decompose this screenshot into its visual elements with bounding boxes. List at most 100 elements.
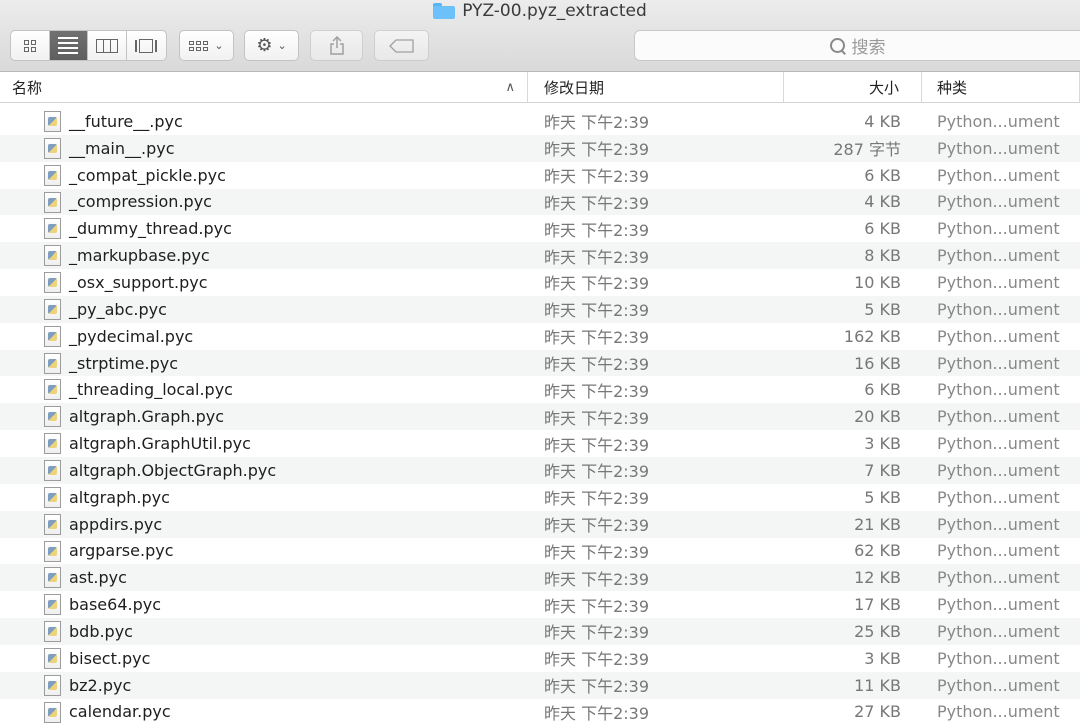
file-size: 6 KB [864, 380, 901, 400]
file-row[interactable]: __future__.pyc 昨天 下午2:39 4 KB Python...umen… [0, 108, 1080, 135]
icon-view-button[interactable] [11, 31, 50, 60]
list-view-icon [58, 37, 79, 54]
file-modified-date: 昨天 下午2:39 [544, 569, 650, 589]
file-size: 7 KB [864, 460, 901, 480]
file-row[interactable]: bz2.pyc 昨天 下午2:39 11 KB Python...ument [0, 671, 1080, 699]
file-size: 3 KB [864, 648, 901, 668]
python-file-icon [44, 486, 61, 508]
file-row[interactable]: ast.pyc 昨天 下午2:39 12 KB Python...ument [0, 564, 1080, 592]
file-row[interactable]: _strptime.pyc 昨天 下午2:39 16 KB Python...umen… [0, 349, 1080, 377]
column-header-size[interactable]: 大小 [784, 72, 922, 103]
file-name: _pydecimal.pyc [69, 326, 194, 346]
file-name: altgraph.ObjectGraph.pyc [69, 460, 277, 480]
share-button[interactable] [310, 30, 363, 61]
file-kind: Python...ument [937, 380, 1060, 400]
file-kind: Python...ument [937, 246, 1060, 266]
cover-flow-button[interactable] [127, 31, 166, 60]
file-row[interactable]: altgraph.Graph.pyc 昨天 下午2:39 20 KB Python..… [0, 403, 1080, 431]
file-row[interactable]: __main__.pyc 昨天 下午2:39 287 字节 Python...umen… [0, 134, 1080, 162]
file-row[interactable]: altgraph.ObjectGraph.pyc 昨天 下午2:39 7 KB Pyt… [0, 456, 1080, 484]
file-size: 25 KB [854, 621, 901, 641]
file-size: 4 KB [864, 192, 901, 212]
file-name: _compression.pyc [69, 192, 212, 212]
file-modified-date: 昨天 下午2:39 [544, 489, 650, 509]
search-placeholder: 搜索 [851, 38, 886, 58]
search-field[interactable]: 搜索 [634, 30, 1080, 61]
finder-toolbar: PYZ-00.pyz_extracted ⌄ ⚙ ⌄ 搜索 [0, 0, 1080, 72]
share-icon [329, 35, 344, 55]
list-view-button[interactable] [49, 31, 88, 60]
file-row[interactable]: _osx_support.pyc 昨天 下午2:39 10 KB Python...u… [0, 269, 1080, 296]
python-file-icon [44, 325, 61, 347]
window-title-bar: PYZ-00.pyz_extracted [0, 0, 1080, 22]
file-modified-date: 昨天 下午2:39 [544, 301, 650, 321]
python-file-icon [44, 621, 61, 643]
gear-icon: ⚙ [256, 35, 273, 56]
python-file-icon [44, 111, 61, 132]
file-modified-date: 昨天 下午2:39 [544, 220, 650, 240]
python-file-icon [44, 459, 61, 481]
python-file-icon [44, 433, 61, 455]
column-header-kind-label: 种类 [937, 79, 968, 97]
file-size: 27 KB [854, 702, 901, 722]
file-list: __future__.pyc 昨天 下午2:39 4 KB Python...umen… [0, 108, 1080, 725]
file-size: 5 KB [864, 299, 901, 319]
file-row[interactable]: bisect.pyc 昨天 下午2:39 3 KB Python...ument [0, 645, 1080, 672]
file-kind: Python...ument [937, 514, 1060, 534]
file-size: 8 KB [864, 246, 901, 266]
file-name: __main__.pyc [69, 138, 175, 158]
file-row[interactable]: _compression.pyc 昨天 下午2:39 4 KB Python...um… [0, 188, 1080, 216]
file-name: _markupbase.pyc [69, 246, 210, 266]
file-modified-date: 昨天 下午2:39 [544, 596, 650, 616]
file-kind: Python...ument [937, 460, 1060, 480]
file-size: 16 KB [854, 353, 901, 373]
file-row[interactable]: altgraph.pyc 昨天 下午2:39 5 KB Python...ument [0, 484, 1080, 511]
file-size: 11 KB [854, 675, 901, 695]
file-size: 21 KB [854, 514, 901, 534]
file-row[interactable]: _compat_pickle.pyc 昨天 下午2:39 6 KB Python...… [0, 162, 1080, 189]
column-header-date[interactable]: 修改日期 [528, 72, 784, 103]
file-row[interactable]: _markupbase.pyc 昨天 下午2:39 8 KB Python...ume… [0, 242, 1080, 270]
action-button[interactable]: ⚙ ⌄ [244, 30, 299, 61]
file-kind: Python...ument [937, 138, 1060, 158]
file-modified-date: 昨天 下午2:39 [544, 516, 650, 536]
arrange-button[interactable]: ⌄ [179, 30, 234, 61]
file-row[interactable]: _pydecimal.pyc 昨天 下午2:39 162 KB Python...um… [0, 323, 1080, 350]
file-row[interactable]: appdirs.pyc 昨天 下午2:39 21 KB Python...ument [0, 510, 1080, 538]
file-name: _dummy_thread.pyc [69, 219, 232, 239]
python-file-icon [44, 701, 61, 723]
folder-icon [433, 3, 456, 19]
file-kind: Python...ument [937, 326, 1060, 346]
file-kind: Python...ument [937, 648, 1060, 668]
file-row[interactable]: bdb.pyc 昨天 下午2:39 25 KB Python...ument [0, 618, 1080, 645]
column-view-button[interactable] [88, 31, 127, 60]
file-row[interactable]: altgraph.GraphUtil.pyc 昨天 下午2:39 3 KB Pytho… [0, 430, 1080, 457]
python-file-icon [44, 272, 61, 294]
column-header-name[interactable]: 名称 ∧ [0, 72, 528, 103]
file-row[interactable]: _dummy_thread.pyc 昨天 下午2:39 6 KB Python...u… [0, 215, 1080, 242]
file-modified-date: 昨天 下午2:39 [544, 140, 650, 160]
file-size: 4 KB [864, 111, 901, 131]
tag-button[interactable] [374, 30, 429, 61]
file-modified-date: 昨天 下午2:39 [544, 274, 650, 294]
file-name: appdirs.pyc [69, 514, 163, 534]
file-size: 20 KB [854, 407, 901, 427]
file-row[interactable]: base64.pyc 昨天 下午2:39 17 KB Python...ument [0, 591, 1080, 618]
file-row[interactable]: _py_abc.pyc 昨天 下午2:39 5 KB Python...ument [0, 295, 1080, 323]
window-title: PYZ-00.pyz_extracted [462, 1, 647, 21]
python-file-icon [44, 567, 61, 589]
file-row[interactable]: argparse.pyc 昨天 下午2:39 62 KB Python...ument [0, 538, 1080, 565]
python-file-icon [44, 647, 61, 669]
file-row[interactable]: _threading_local.pyc 昨天 下午2:39 6 KB Python.… [0, 376, 1080, 403]
file-row[interactable]: calendar.pyc 昨天 下午2:39 27 KB Python...ument [0, 699, 1080, 726]
file-size: 287 字节 [833, 140, 901, 160]
file-kind: Python...ument [937, 568, 1060, 588]
column-header-kind[interactable]: 种类 [922, 72, 1080, 103]
file-kind: Python...ument [937, 595, 1060, 615]
file-name: altgraph.GraphUtil.pyc [69, 434, 251, 454]
file-name: __future__.pyc [69, 111, 183, 131]
file-kind: Python...ument [937, 621, 1060, 641]
file-size: 3 KB [864, 434, 901, 454]
file-size: 12 KB [854, 568, 901, 588]
file-name: bdb.pyc [69, 621, 133, 641]
